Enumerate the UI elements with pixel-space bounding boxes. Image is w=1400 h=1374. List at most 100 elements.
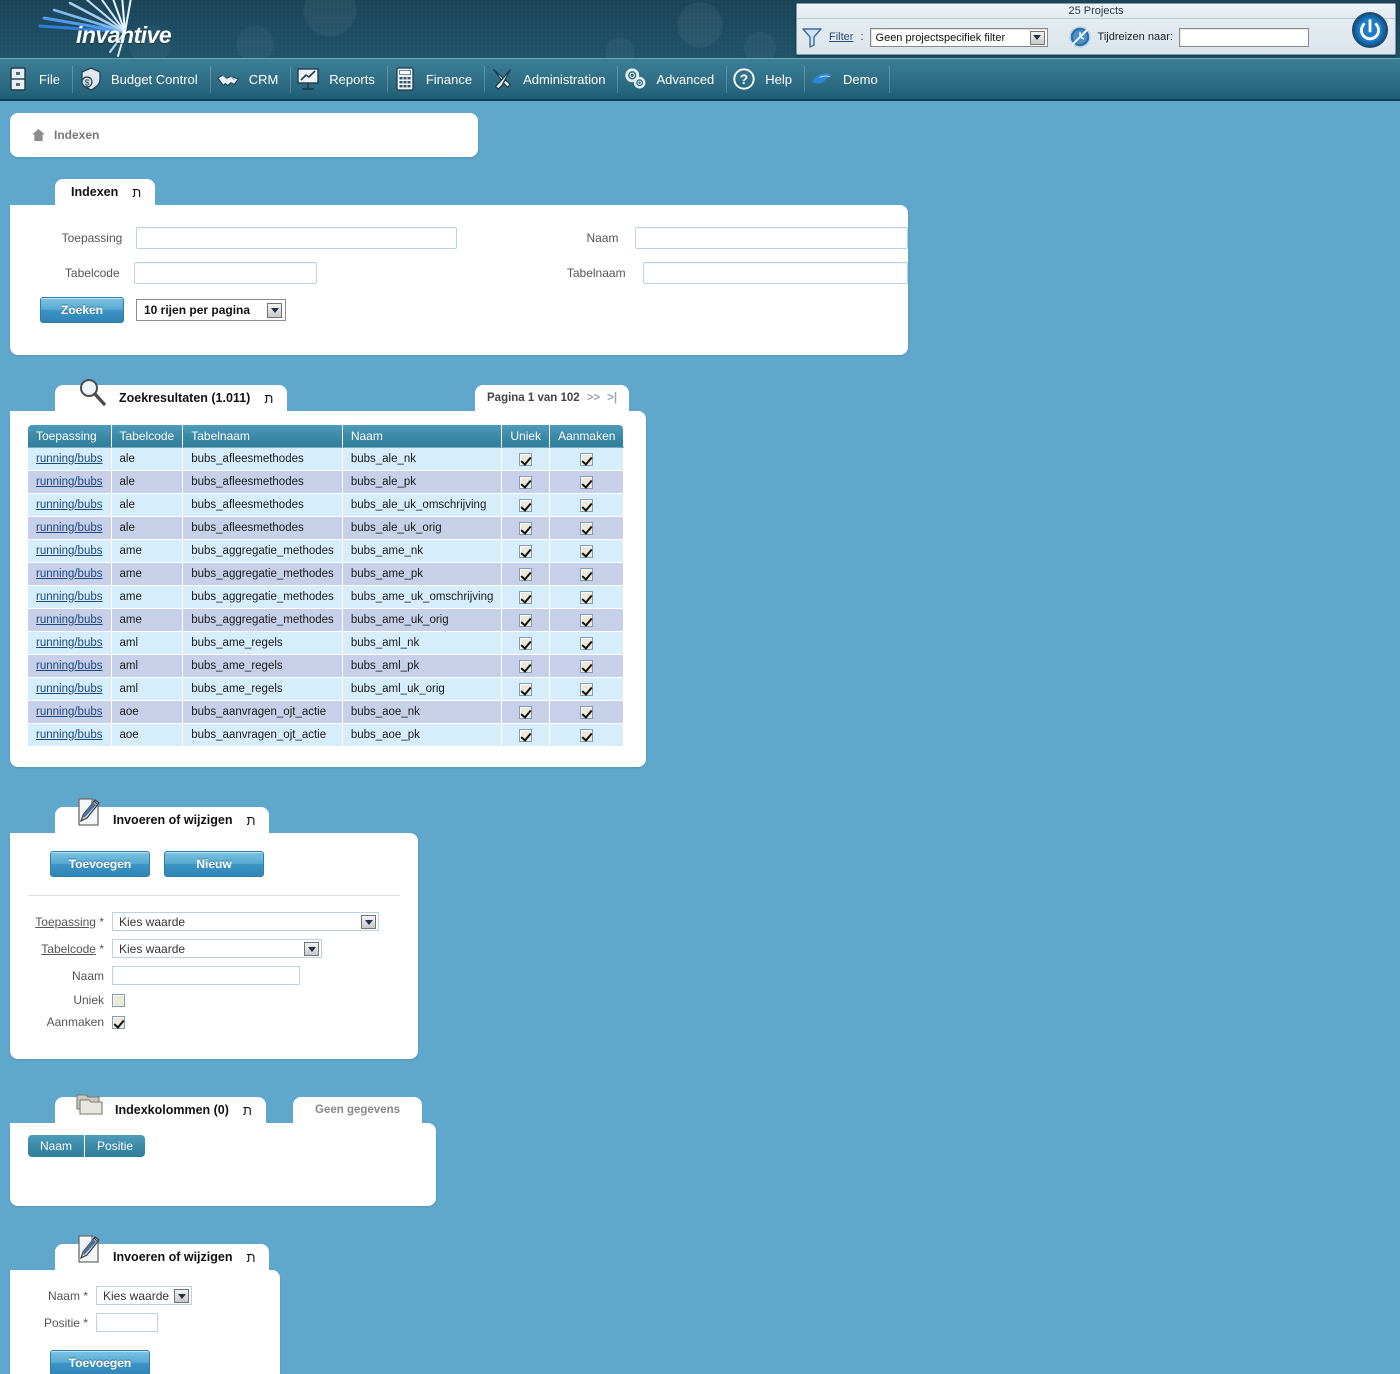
checkbox[interactable] bbox=[519, 453, 532, 466]
nav-item-reports[interactable]: Reports bbox=[290, 58, 387, 101]
checkbox[interactable] bbox=[580, 706, 593, 719]
checkbox[interactable] bbox=[519, 683, 532, 696]
nav-item-budget-control[interactable]: $ Budget Control bbox=[72, 58, 210, 101]
row-link[interactable]: running/bubs bbox=[36, 522, 103, 534]
checkbox[interactable] bbox=[580, 683, 593, 696]
edit-naam-input[interactable] bbox=[112, 966, 300, 985]
row-link[interactable]: running/bubs bbox=[36, 729, 103, 741]
pager-next-button[interactable]: >> bbox=[587, 392, 600, 404]
col-uniek[interactable]: Uniek bbox=[502, 425, 550, 448]
edit-uniek-checkbox[interactable] bbox=[112, 994, 125, 1007]
rows-per-page-select[interactable]: 10 rijen per pagina bbox=[136, 299, 286, 321]
row-link[interactable]: running/bubs bbox=[36, 499, 103, 511]
col-tabelcode[interactable]: Tabelcode bbox=[111, 425, 183, 448]
chevron-up-icon[interactable]: ת bbox=[246, 814, 255, 827]
checkbox[interactable] bbox=[519, 522, 532, 535]
checkbox[interactable] bbox=[580, 453, 593, 466]
checkbox[interactable] bbox=[519, 729, 532, 742]
row-link[interactable]: running/bubs bbox=[36, 614, 103, 626]
row-link[interactable]: running/bubs bbox=[36, 637, 103, 649]
chevron-down-icon[interactable] bbox=[174, 1289, 189, 1303]
col-naam[interactable]: Naam bbox=[28, 1135, 85, 1157]
chevron-down-icon[interactable] bbox=[1030, 31, 1045, 45]
row-link[interactable]: running/bubs bbox=[36, 476, 103, 488]
col-toepassing[interactable]: Toepassing bbox=[28, 425, 111, 448]
nav-item-file[interactable]: File bbox=[0, 58, 72, 101]
nav-item-administration[interactable]: Administration bbox=[484, 58, 617, 101]
checkbox[interactable] bbox=[580, 568, 593, 581]
cell-tabelnaam: bubs_aggregatie_methodes bbox=[183, 563, 343, 586]
add-index-button[interactable]: Toevoegen bbox=[50, 851, 150, 877]
power-icon[interactable] bbox=[1351, 11, 1389, 49]
edit-column-naam-select[interactable]: Kies waarde bbox=[96, 1286, 192, 1305]
checkbox[interactable] bbox=[519, 545, 532, 558]
checkbox[interactable] bbox=[580, 476, 593, 489]
row-link[interactable]: running/bubs bbox=[36, 453, 103, 465]
nav-item-crm[interactable]: CRM bbox=[210, 58, 291, 101]
row-link[interactable]: running/bubs bbox=[36, 545, 103, 557]
naam-input[interactable] bbox=[635, 227, 908, 249]
chevron-down-icon[interactable] bbox=[361, 915, 376, 929]
col-positie[interactable]: Positie bbox=[85, 1135, 145, 1157]
checkbox[interactable] bbox=[519, 591, 532, 604]
project-filter-select[interactable]: Geen projectspecifiek filter bbox=[870, 28, 1048, 47]
tabelnaam-input[interactable] bbox=[643, 262, 908, 284]
cell-naam: bubs_aoe_pk bbox=[342, 724, 502, 747]
chevron-down-icon[interactable] bbox=[304, 942, 319, 956]
checkbox[interactable] bbox=[519, 476, 532, 489]
edit-column-positie-input[interactable] bbox=[96, 1313, 158, 1332]
main-navigation: File $ Budget Control CRM Reports bbox=[0, 58, 1400, 101]
checkbox[interactable] bbox=[580, 729, 593, 742]
timetravel-input[interactable] bbox=[1179, 28, 1309, 47]
nav-item-help[interactable]: ? Help bbox=[726, 58, 804, 101]
chevron-up-icon[interactable]: ת bbox=[243, 1104, 252, 1117]
checkbox[interactable] bbox=[580, 591, 593, 604]
edit-column-header[interactable]: Invoeren of wijzigen ת bbox=[55, 1244, 269, 1270]
nav-item-demo[interactable]: Demo bbox=[804, 58, 890, 101]
nav-item-advanced[interactable]: Advanced bbox=[617, 58, 726, 101]
row-link[interactable]: running/bubs bbox=[36, 683, 103, 695]
checkbox[interactable] bbox=[519, 660, 532, 673]
checkbox[interactable] bbox=[519, 637, 532, 650]
index-columns-header[interactable]: Indexkolommen (0) ת bbox=[55, 1097, 266, 1123]
chevron-up-icon[interactable]: ת bbox=[246, 1251, 255, 1264]
checkbox[interactable] bbox=[519, 706, 532, 719]
filter-colon: : bbox=[860, 31, 863, 43]
results-panel-header[interactable]: Zoekresultaten (1.011) ת bbox=[55, 385, 287, 411]
chevron-up-icon[interactable]: ת bbox=[132, 186, 141, 199]
pager-last-button[interactable]: >| bbox=[607, 392, 617, 404]
results-panel-title: Zoekresultaten (1.011) bbox=[119, 391, 250, 405]
edit-tabelcode-select[interactable]: Kies waarde bbox=[112, 939, 322, 958]
search-button[interactable]: Zoeken bbox=[40, 297, 124, 323]
edit-index-header[interactable]: Invoeren of wijzigen ת bbox=[55, 807, 269, 833]
chevron-up-icon[interactable]: ת bbox=[264, 392, 273, 405]
checkbox[interactable] bbox=[580, 499, 593, 512]
nav-item-finance[interactable]: Finance bbox=[387, 58, 484, 101]
table-row: running/bubsamebubs_aggregatie_methodesb… bbox=[28, 586, 623, 609]
checkbox[interactable] bbox=[580, 545, 593, 558]
tabelcode-input[interactable] bbox=[134, 262, 317, 284]
checkbox[interactable] bbox=[580, 637, 593, 650]
edit-index-aanmaken-row: Aanmaken bbox=[10, 1015, 418, 1029]
row-link[interactable]: running/bubs bbox=[36, 591, 103, 603]
checkbox[interactable] bbox=[519, 568, 532, 581]
new-index-button[interactable]: Nieuw bbox=[164, 851, 264, 877]
checkbox[interactable] bbox=[519, 614, 532, 627]
edit-toepassing-select[interactable]: Kies waarde bbox=[112, 912, 379, 931]
checkbox[interactable] bbox=[519, 499, 532, 512]
chevron-down-icon[interactable] bbox=[267, 303, 282, 318]
checkbox[interactable] bbox=[580, 522, 593, 535]
add-column-button[interactable]: Toevoegen bbox=[50, 1350, 150, 1374]
row-link[interactable]: running/bubs bbox=[36, 568, 103, 580]
col-tabelnaam[interactable]: Tabelnaam bbox=[183, 425, 343, 448]
row-link[interactable]: running/bubs bbox=[36, 706, 103, 718]
col-naam[interactable]: Naam bbox=[342, 425, 502, 448]
edit-aanmaken-checkbox[interactable] bbox=[112, 1016, 125, 1029]
checkbox[interactable] bbox=[580, 614, 593, 627]
row-link[interactable]: running/bubs bbox=[36, 660, 103, 672]
toepassing-input[interactable] bbox=[136, 227, 456, 249]
col-aanmaken[interactable]: Aanmaken bbox=[550, 425, 624, 448]
search-panel-header[interactable]: Indexen ת bbox=[55, 179, 155, 205]
filter-link[interactable]: Filter bbox=[829, 31, 853, 43]
checkbox[interactable] bbox=[580, 660, 593, 673]
